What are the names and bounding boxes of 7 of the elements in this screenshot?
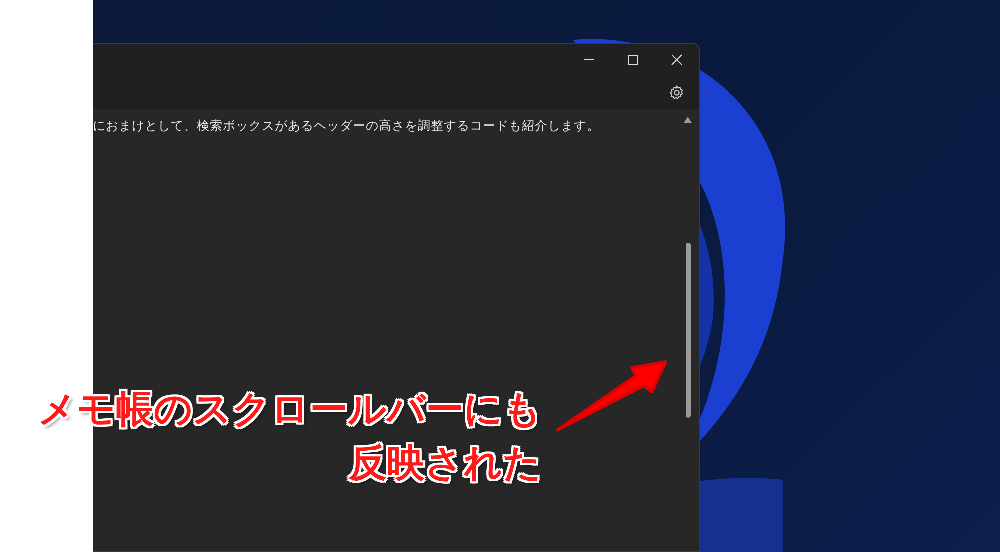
close-icon[interactable] bbox=[671, 54, 683, 66]
scrollbar-thumb[interactable] bbox=[686, 243, 690, 418]
scroll-up-icon[interactable] bbox=[684, 117, 692, 123]
editor-text: におまけとして、検索ボックスがあるヘッダーの高さを調整するコードも紹介します。 bbox=[93, 118, 600, 133]
settings-icon[interactable] bbox=[669, 84, 685, 100]
annotation-text: 反映された bbox=[349, 440, 542, 487]
maximize-icon[interactable] bbox=[627, 54, 639, 66]
